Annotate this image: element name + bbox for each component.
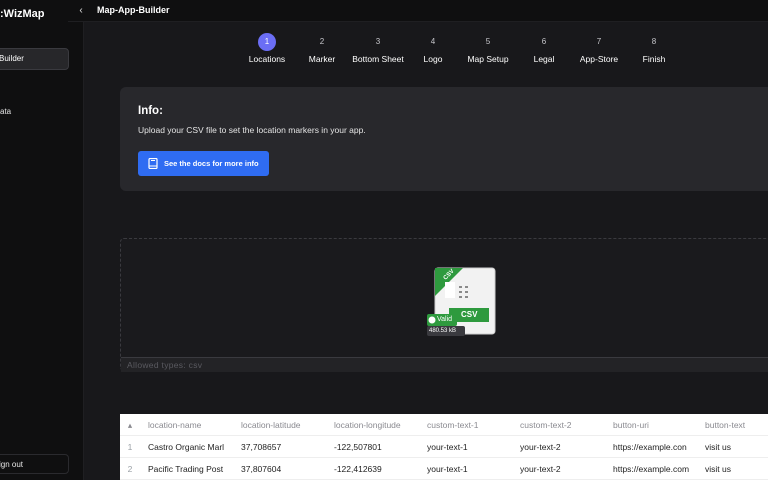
step-number: 1	[258, 33, 276, 51]
page-title: Map-App-Builder	[97, 5, 170, 15]
table-cell[interactable]: your-text-2	[520, 458, 608, 480]
step-finish[interactable]: 8 Finish	[617, 33, 691, 64]
table-cell[interactable]: your-text-1	[427, 458, 515, 480]
docs-button[interactable]: See the docs for more info	[138, 151, 269, 176]
info-text: Upload your CSV file to set the location…	[138, 125, 366, 135]
column-header[interactable]: button-uri	[613, 414, 695, 436]
main-content: 1 Locations 2 Marker 3 Bottom Sheet 4 Lo…	[84, 22, 768, 480]
sort-icon[interactable]: ▴	[120, 414, 140, 436]
table-cell[interactable]: your-text-2	[520, 436, 608, 458]
sidebar-item-builder[interactable]: Builder	[0, 48, 69, 70]
column-header[interactable]: custom-text-2	[520, 414, 608, 436]
step-number: 4	[430, 37, 436, 46]
csv-file-preview: CSV CSV Valid 480.53 kB	[425, 266, 497, 338]
info-panel: Info: Upload your CSV file to set the lo…	[120, 87, 768, 191]
table-cell[interactable]: -122,507801	[334, 436, 422, 458]
step-number: 6	[541, 37, 547, 46]
row-number: 2	[127, 464, 133, 474]
table-cell[interactable]: https://example.con	[613, 436, 695, 458]
row-number: 1	[127, 442, 133, 452]
column-header[interactable]: button-text	[705, 414, 768, 436]
table-cell[interactable]: https://example.com	[613, 458, 695, 480]
file-size: 480.53 kB	[429, 328, 457, 334]
column-header[interactable]: location-name	[148, 414, 236, 436]
sidebar: :WizMap Builder ata ign out	[0, 0, 84, 480]
step-number: 2	[319, 37, 325, 46]
table-row[interactable]: 1 Castro Organic Marl 37,708657 -122,507…	[120, 436, 768, 458]
step-number: 8	[651, 37, 657, 46]
table-cell[interactable]: your-text-1	[427, 436, 515, 458]
data-table: ▴ location-name location-latitude locati…	[120, 414, 768, 480]
table-cell[interactable]: visit us	[705, 458, 768, 480]
book-icon	[148, 158, 158, 169]
info-title: Info:	[138, 105, 163, 117]
allowed-types: Allowed types: csv	[121, 357, 768, 372]
sign-out-button[interactable]: ign out	[0, 454, 69, 474]
step-label: Finish	[642, 54, 666, 64]
table-cell[interactable]: Pacific Trading Post	[148, 458, 236, 480]
table-cell[interactable]: Castro Organic Marl	[148, 436, 236, 458]
csv-dropzone[interactable]: CSV CSV Valid 480.53 kB Allowed types: c…	[120, 238, 768, 372]
collapse-sidebar-icon[interactable]: ‹	[74, 4, 88, 18]
docs-button-label: See the docs for more info	[164, 159, 259, 168]
table-row[interactable]: 2 Pacific Trading Post 37,807604 -122,41…	[120, 458, 768, 480]
step-number: 3	[375, 37, 381, 46]
column-header[interactable]: location-latitude	[241, 414, 329, 436]
table-cell[interactable]: visit us	[705, 436, 768, 458]
file-status-badge: Valid	[437, 316, 453, 323]
brand-logo: :WizMap	[0, 8, 45, 20]
column-header[interactable]: location-longitude	[334, 414, 422, 436]
file-ext-label: CSV	[461, 310, 478, 319]
column-header[interactable]: custom-text-1	[427, 414, 515, 436]
table-cell[interactable]: 37,708657	[241, 436, 329, 458]
table-cell[interactable]: 37,807604	[241, 458, 329, 480]
step-number: 5	[485, 37, 491, 46]
step-number: 7	[596, 37, 602, 46]
sidebar-item-data[interactable]: ata	[0, 107, 11, 116]
stepper: 1 Locations 2 Marker 3 Bottom Sheet 4 Lo…	[84, 33, 768, 73]
table-cell[interactable]: -122,412639	[334, 458, 422, 480]
top-bar: ‹ Map-App-Builder	[68, 0, 768, 22]
table-header: ▴ location-name location-latitude locati…	[120, 414, 768, 436]
